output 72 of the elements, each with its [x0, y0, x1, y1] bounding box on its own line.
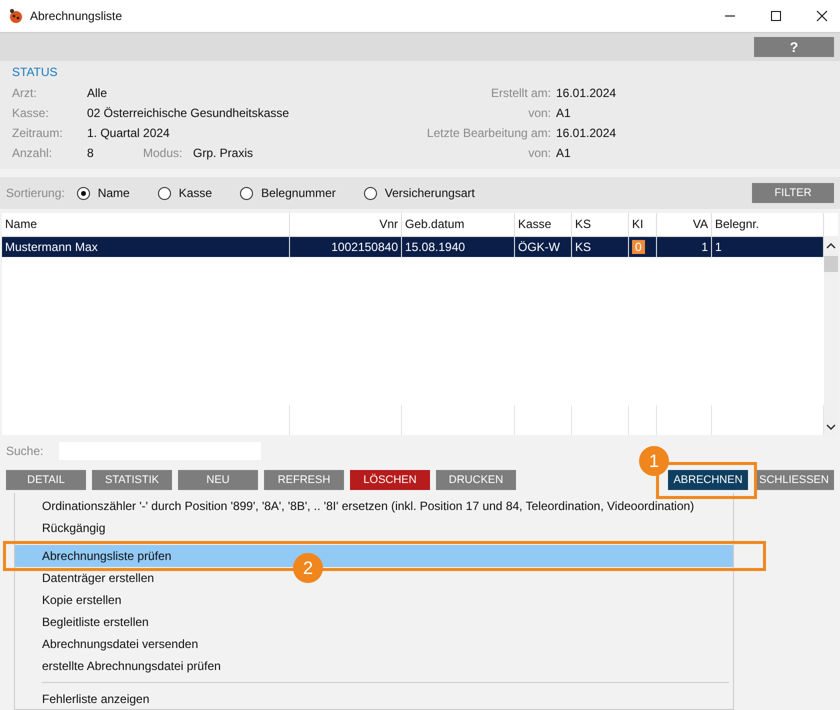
table-cell: Mustermann Max — [5, 240, 98, 254]
table-cell: 1 — [715, 240, 722, 254]
scroll-down-icon[interactable] — [826, 423, 836, 431]
status-heading: STATUS — [12, 65, 59, 79]
action-button[interactable]: DETAIL — [6, 470, 86, 490]
field-value: 16.01.2024 — [556, 86, 616, 100]
action-button[interactable]: ABRECHNEN — [668, 470, 748, 490]
close-icon[interactable] — [816, 10, 828, 22]
action-button[interactable]: DRUCKEN — [436, 470, 516, 490]
app-icon — [8, 8, 24, 24]
step-marker: 1 — [639, 446, 669, 476]
field-value: A1 — [556, 146, 571, 160]
field-label: Kasse: — [12, 106, 50, 120]
count-badge: 0 — [632, 240, 645, 254]
filter-button[interactable]: FILTER — [752, 183, 834, 203]
action-button[interactable]: STATISTIK — [92, 470, 172, 490]
action-button[interactable]: REFRESH — [264, 470, 344, 490]
radio-button[interactable] — [364, 186, 377, 200]
menu-item[interactable]: Ordinationszähler '-' durch Position '899', '8A', '8B', .. '8I' ersetzen (inkl. Position 17 und 84, Teleordination, Videoordination) — [42, 499, 694, 513]
maximize-icon[interactable] — [770, 10, 782, 22]
scroll-up-icon[interactable] — [826, 242, 836, 250]
sort-option[interactable]: Versicherungsart — [364, 186, 475, 200]
sort-option[interactable]: Belegnummer — [240, 186, 336, 200]
menu-item[interactable]: Fehlerliste anzeigen — [42, 692, 150, 706]
field-value: 8 — [87, 146, 95, 160]
field-label: Modus: — [143, 146, 184, 160]
menu-item[interactable]: Kopie erstellen — [42, 593, 122, 607]
column-header[interactable]: VA — [657, 213, 712, 236]
field-value: Alle — [87, 86, 108, 100]
sort-option[interactable]: Kasse — [158, 186, 212, 200]
field-value: 16.01.2024 — [556, 126, 616, 140]
menu-item[interactable]: erstellte Abrechnungsdatei prüfen — [42, 659, 221, 673]
field-value: Grp. Praxis — [193, 146, 254, 160]
table-cell: 1002150840 — [331, 240, 398, 254]
field-label: Arzt: — [12, 86, 38, 100]
sort-option[interactable]: Name — [76, 186, 130, 200]
column-header[interactable]: Name — [2, 213, 290, 236]
table-row[interactable]: Mustermann Max 1002150840 15.08.1940 ÖGK-W KS 0 1 1 — [2, 237, 824, 257]
action-button[interactable]: NEU — [178, 470, 258, 490]
table-cell: ÖGK-W — [518, 240, 560, 254]
window-title: Abrechnungsliste — [30, 9, 122, 23]
action-button[interactable]: SCHLIESSEN — [754, 470, 834, 490]
radio-button[interactable] — [76, 186, 90, 200]
menu-item[interactable]: Rückgängig — [42, 521, 106, 535]
menu-item[interactable]: Datenträger erstellen — [42, 571, 154, 585]
radio-button[interactable] — [158, 186, 171, 200]
table-cell: 15.08.1940 — [405, 240, 466, 254]
radio-button[interactable] — [240, 186, 254, 200]
field-label: von: — [527, 146, 551, 160]
field-value: 1. Quartal 2024 — [87, 126, 171, 140]
field-label: von: — [527, 106, 551, 120]
help-button[interactable]: ? — [754, 37, 834, 57]
field-label: Erstellt am: — [490, 86, 551, 100]
column-header[interactable]: KS — [572, 213, 629, 236]
column-header[interactable]: Kasse — [515, 213, 572, 236]
field-label: Letzte Bearbeitung am: — [426, 126, 551, 140]
field-value: 02 Österreichische Gesundheitskasse — [87, 106, 290, 120]
search-label: Suche: — [6, 444, 44, 458]
field-label: Anzahl: — [12, 146, 54, 160]
menu-item[interactable]: Begleitliste erstellen — [42, 615, 149, 629]
menu-item[interactable]: Abrechnungsdatei versenden — [42, 637, 198, 651]
column-header[interactable]: Belegnr. — [712, 213, 824, 236]
field-value: A1 — [556, 106, 571, 120]
column-header[interactable]: Vnr — [290, 213, 402, 236]
field-label: Zeitraum: — [12, 126, 64, 140]
table-cell: 1 — [701, 240, 708, 254]
scroll-thumb[interactable] — [824, 256, 838, 272]
action-button[interactable]: LÖSCHEN — [350, 470, 430, 490]
table-cell: KS — [575, 240, 592, 254]
column-header[interactable]: KI — [629, 213, 657, 236]
column-header[interactable]: Geb.datum — [402, 213, 515, 236]
sort-label: Sortierung: — [6, 186, 65, 200]
